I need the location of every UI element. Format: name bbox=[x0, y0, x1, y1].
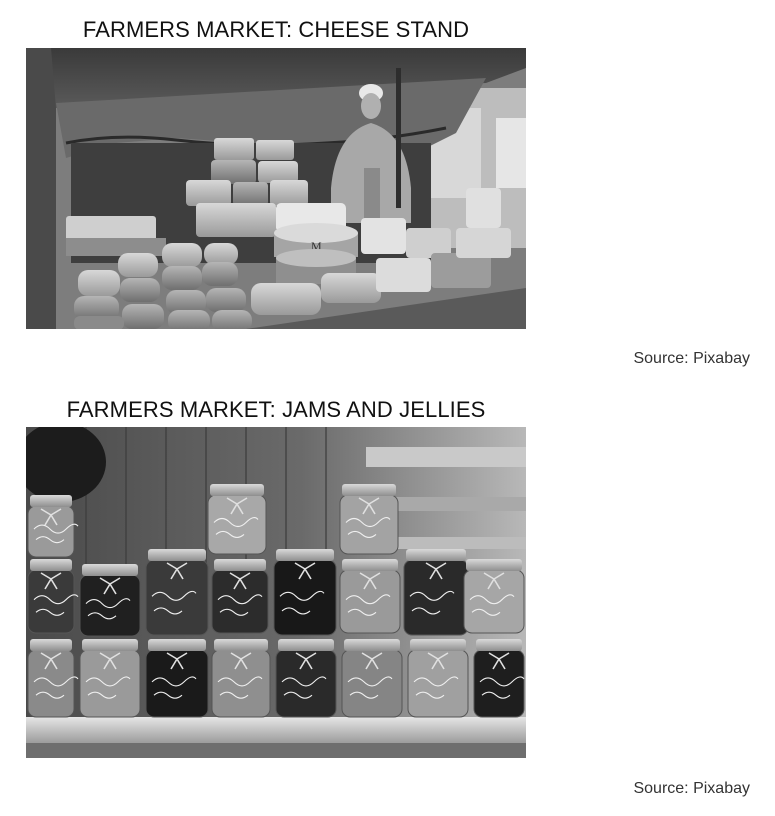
jam-jar bbox=[27, 495, 79, 558]
source-credit: Source: Pixabay bbox=[633, 350, 750, 367]
jam-jar bbox=[145, 639, 209, 718]
jam-jar bbox=[339, 484, 399, 555]
jam-jar bbox=[341, 639, 403, 718]
jam-jar bbox=[275, 639, 337, 718]
jam-jar bbox=[463, 559, 525, 634]
jam-jar bbox=[407, 639, 469, 718]
jam-jar bbox=[79, 639, 141, 718]
jam-jar bbox=[211, 559, 269, 634]
jam-jars-photo bbox=[26, 427, 526, 758]
jam-jar bbox=[211, 639, 271, 718]
jam-jar bbox=[403, 549, 469, 636]
jam-jar bbox=[145, 549, 209, 636]
jam-jar bbox=[273, 549, 337, 636]
figure-cheese-stand: FARMERS MARKET: CHEESE STAND M Source: P… bbox=[0, 0, 775, 380]
jam-jar bbox=[473, 639, 525, 718]
jam-jar bbox=[207, 484, 267, 555]
jam-jar bbox=[27, 559, 79, 634]
jam-jar bbox=[79, 564, 141, 637]
source-credit: Source: Pixabay bbox=[633, 780, 750, 797]
cheese-stand-photo: M bbox=[26, 48, 526, 329]
figure-title: FARMERS MARKET: CHEESE STAND bbox=[82, 17, 470, 42]
figure-jams-and-jellies: FARMERS MARKET: JAMS AND JELLIES Source:… bbox=[0, 380, 775, 816]
jam-jar bbox=[339, 559, 401, 634]
figure-title: FARMERS MARKET: JAMS AND JELLIES bbox=[66, 397, 486, 422]
